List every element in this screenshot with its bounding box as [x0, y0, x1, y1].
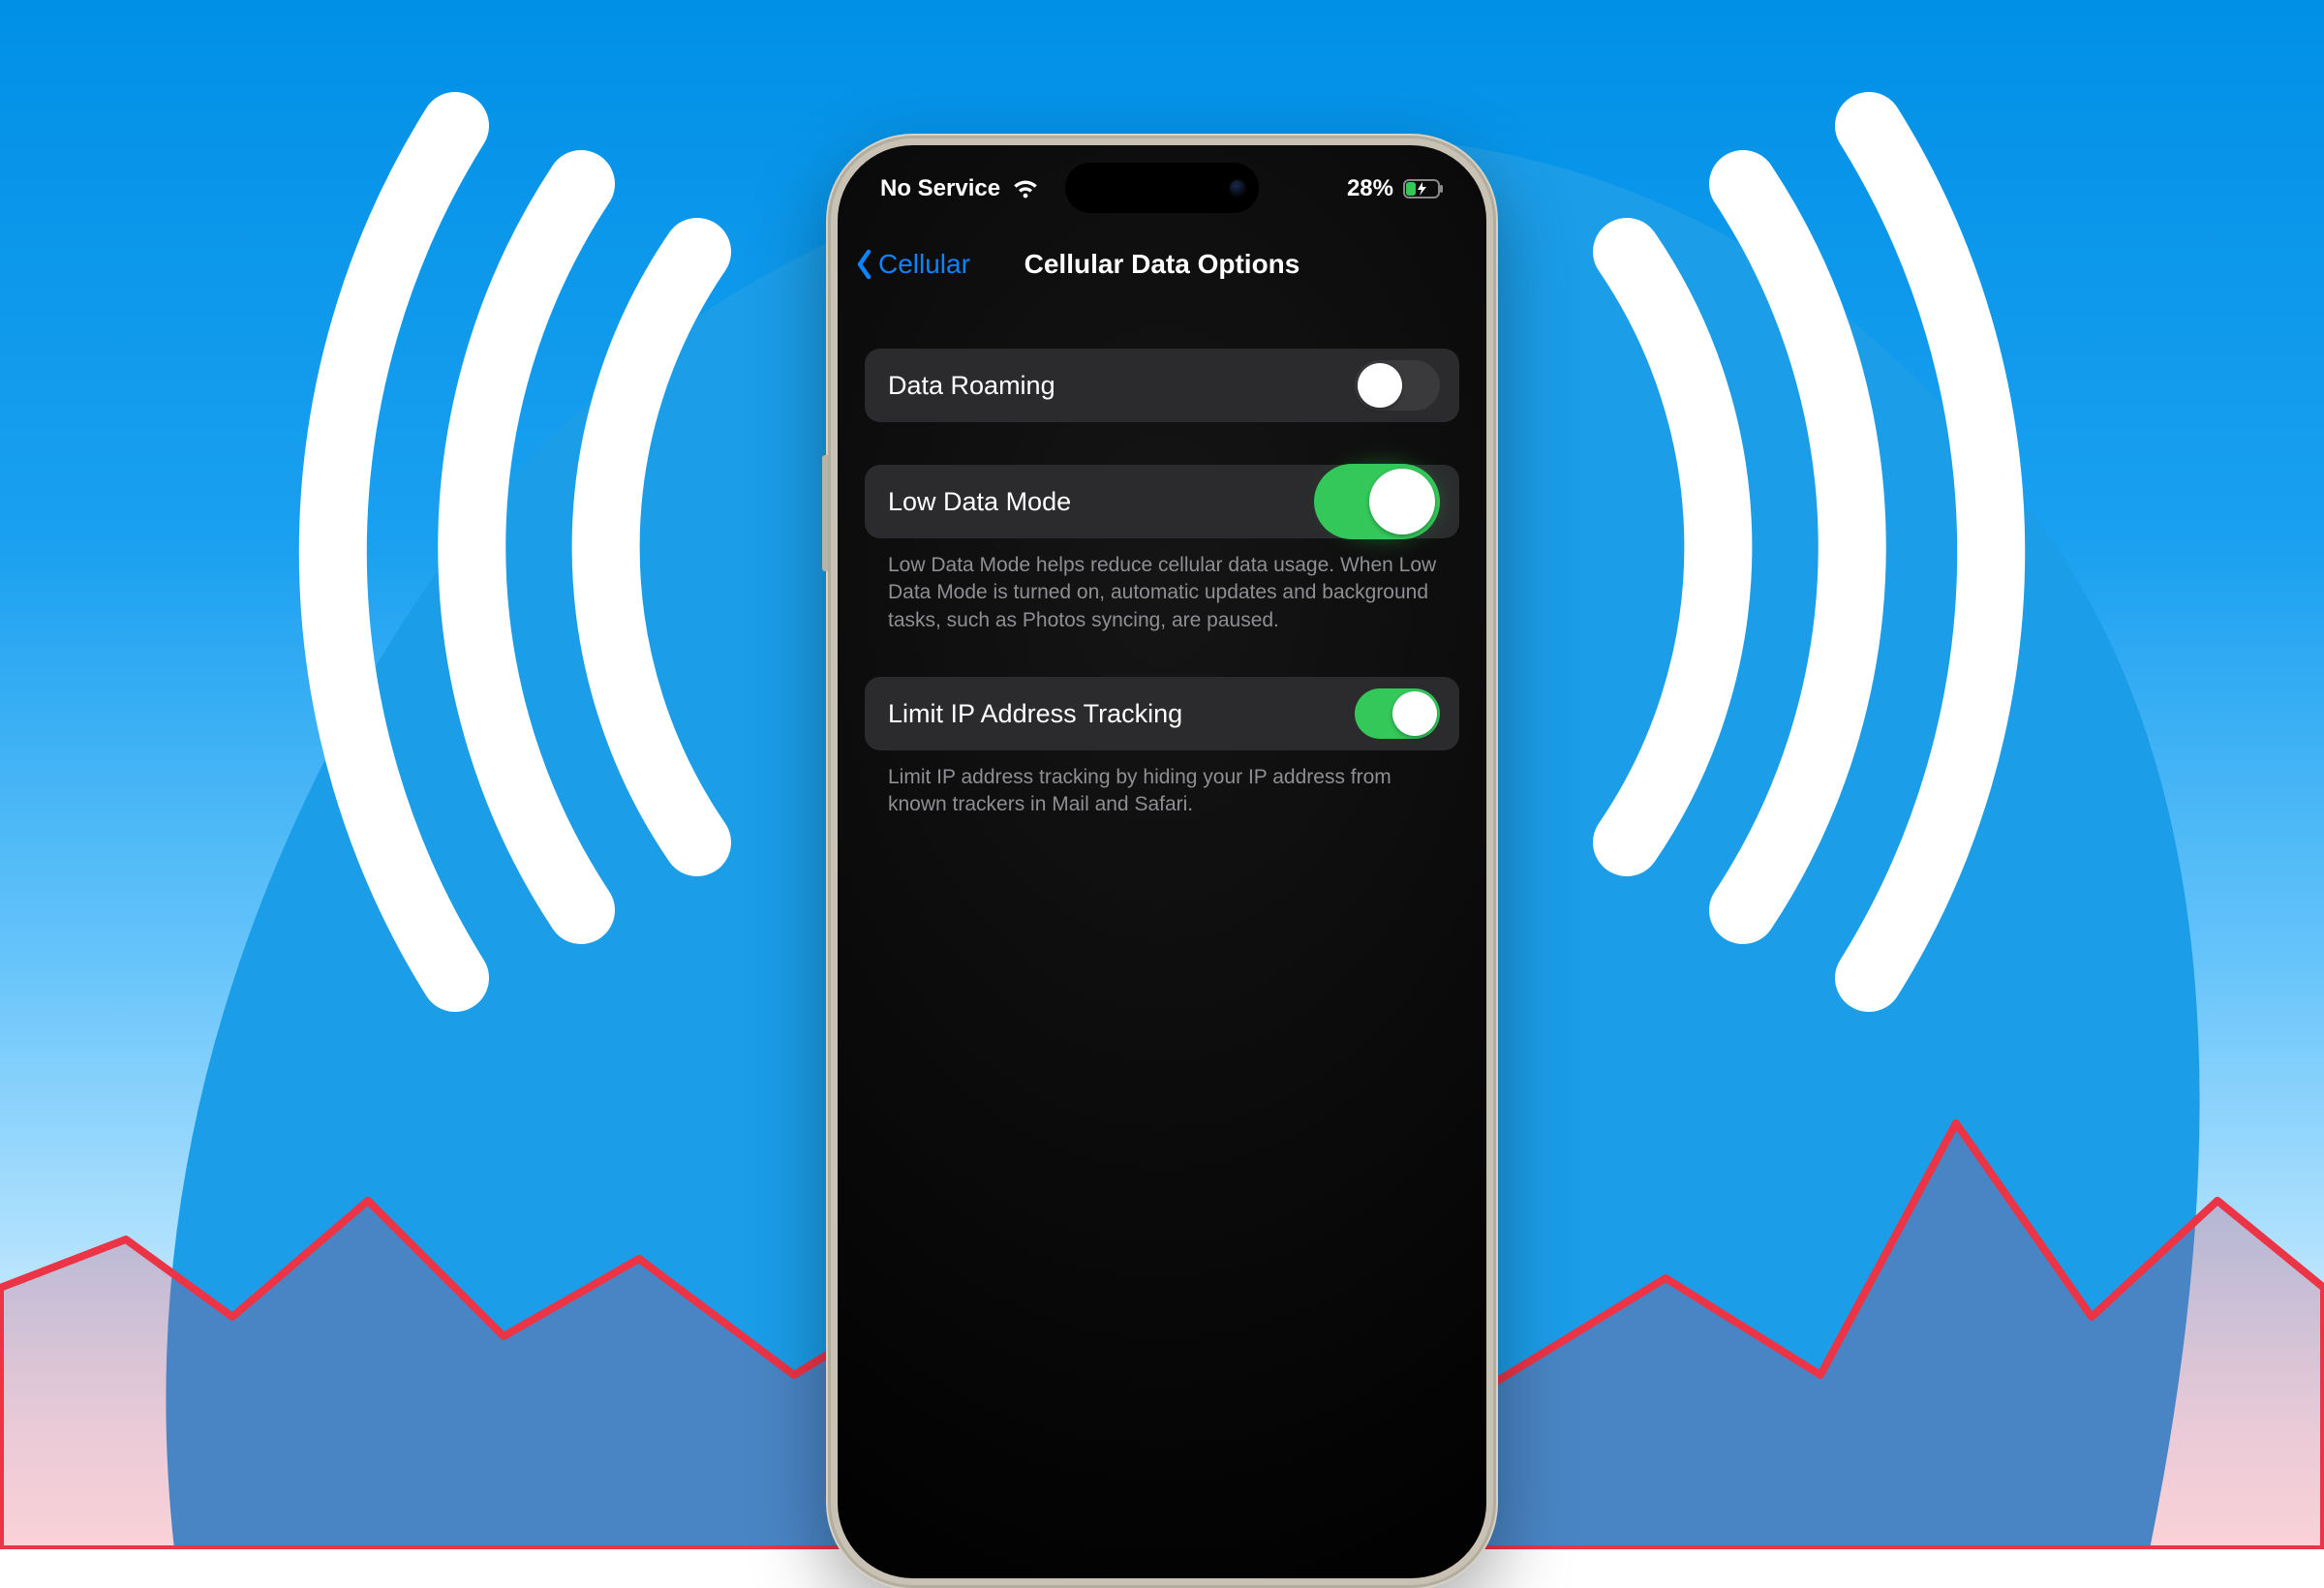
row-label: Low Data Mode — [888, 487, 1071, 517]
back-button[interactable]: Cellular — [855, 249, 970, 280]
wifi-icon — [1012, 178, 1039, 199]
row-label: Limit IP Address Tracking — [888, 699, 1182, 729]
limit-ip-footer: Limit IP address tracking by hiding your… — [865, 750, 1459, 819]
navigation-bar: Cellular Cellular Data Options — [838, 230, 1486, 298]
settings-list: Data Roaming Low Data Mode Low Data Mode… — [865, 349, 1459, 862]
iphone-screen: No Service 28% — [838, 145, 1486, 1578]
iphone-frame: No Service 28% — [828, 136, 1496, 1588]
group-low-data-mode: Low Data Mode Low Data Mode helps reduce… — [865, 465, 1459, 634]
group-data-roaming: Data Roaming — [865, 349, 1459, 422]
low-data-mode-footer: Low Data Mode helps reduce cellular data… — [865, 538, 1459, 634]
carrier-text: No Service — [880, 175, 1000, 202]
battery-percent: 28% — [1347, 175, 1393, 202]
chevron-left-icon — [855, 249, 874, 280]
data-roaming-switch[interactable] — [1355, 360, 1440, 411]
row-label: Data Roaming — [888, 371, 1055, 401]
dynamic-island — [1065, 163, 1259, 213]
row-data-roaming[interactable]: Data Roaming — [865, 349, 1459, 422]
limit-ip-switch[interactable] — [1355, 688, 1440, 739]
back-label: Cellular — [878, 249, 970, 280]
row-low-data-mode[interactable]: Low Data Mode — [865, 465, 1459, 538]
battery-icon — [1403, 179, 1444, 198]
front-camera — [1230, 180, 1245, 196]
low-data-mode-switch[interactable] — [1314, 464, 1440, 539]
row-limit-ip[interactable]: Limit IP Address Tracking — [865, 677, 1459, 750]
group-limit-ip: Limit IP Address Tracking Limit IP addre… — [865, 677, 1459, 819]
